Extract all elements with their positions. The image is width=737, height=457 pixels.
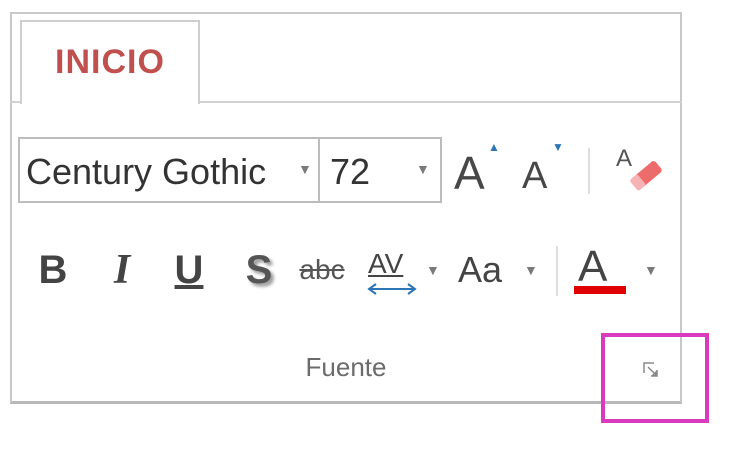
- character-spacing-button[interactable]: AV: [362, 238, 424, 302]
- font-color-button[interactable]: A: [570, 238, 640, 302]
- shrink-font-button[interactable]: A ▼: [518, 140, 568, 200]
- character-spacing-dropdown-icon[interactable]: ▼: [426, 262, 440, 278]
- font-size-combobox[interactable]: 72 ▼: [320, 137, 442, 203]
- font-name-value: Century Gothic: [26, 151, 267, 192]
- grow-font-icon: A: [454, 147, 485, 199]
- strikethrough-button[interactable]: abc: [290, 238, 354, 302]
- bold-button[interactable]: B: [28, 238, 78, 302]
- text-shadow-button[interactable]: S: [234, 238, 284, 302]
- font-color-icon: A: [578, 242, 608, 291]
- clear-formatting-icon: A: [616, 145, 662, 191]
- font-size-value: 72: [330, 151, 371, 192]
- font-group-label: Fuente: [305, 352, 387, 382]
- tab-inicio[interactable]: INICIO: [20, 20, 200, 104]
- clear-formatting-button[interactable]: A: [608, 140, 668, 200]
- svg-text:A: A: [616, 145, 632, 172]
- toolbar-separator: [588, 148, 590, 194]
- font-color-dropdown-icon[interactable]: ▼: [644, 262, 658, 278]
- grow-font-button[interactable]: A ▲: [452, 140, 502, 200]
- character-spacing-icon: AV: [368, 248, 404, 279]
- shrink-font-icon: A: [522, 155, 548, 197]
- font-size-dropdown-icon[interactable]: ▼: [416, 161, 430, 177]
- change-case-icon: Aa: [458, 249, 503, 290]
- italic-button[interactable]: I: [100, 238, 144, 302]
- tab-inicio-label: INICIO: [55, 43, 165, 81]
- font-color-swatch: [574, 286, 626, 294]
- font-name-dropdown-icon[interactable]: ▼: [298, 161, 312, 177]
- double-arrow-icon: [367, 283, 417, 295]
- dialog-launcher-highlight: [601, 333, 709, 423]
- grow-arrow-icon: ▲: [488, 140, 500, 154]
- font-name-combobox[interactable]: Century Gothic ▼: [18, 137, 320, 203]
- toolbar-separator: [556, 246, 558, 296]
- shrink-arrow-icon: ▼: [552, 140, 564, 154]
- underline-button[interactable]: U: [164, 238, 214, 302]
- change-case-dropdown-icon[interactable]: ▼: [524, 262, 538, 278]
